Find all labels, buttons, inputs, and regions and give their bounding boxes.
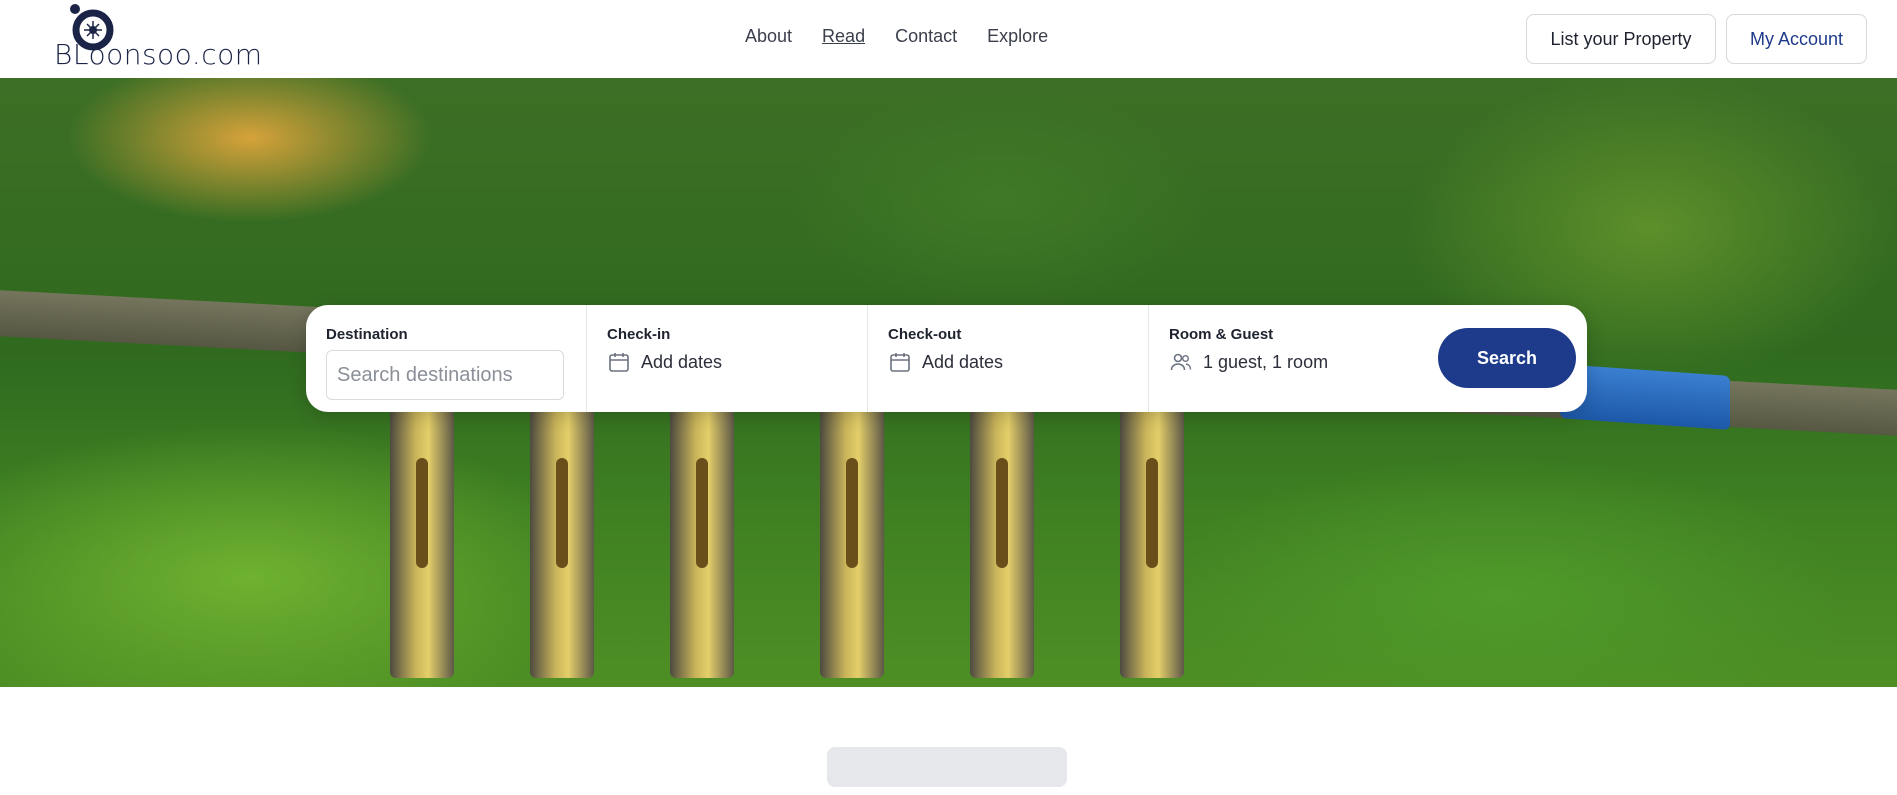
checkout-value[interactable]: Add dates bbox=[888, 350, 1003, 374]
brand-name: BLoonsoo.com bbox=[54, 38, 263, 71]
nav-read[interactable]: Read bbox=[822, 26, 865, 47]
hero-image-pillar bbox=[390, 408, 454, 678]
site-logo[interactable]: BLoonsoo.com bbox=[52, 2, 262, 74]
destination-input[interactable] bbox=[326, 350, 564, 400]
nav-explore[interactable]: Explore bbox=[987, 26, 1048, 47]
destination-field: Destination bbox=[306, 305, 586, 412]
guests-text: 1 guest, 1 room bbox=[1203, 351, 1329, 372]
guests-field[interactable]: Room & Guest 1 guest, 1 room bbox=[1149, 305, 1429, 412]
checkin-value[interactable]: Add dates bbox=[607, 350, 722, 374]
checkout-text: Add dates bbox=[922, 351, 1004, 372]
calendar-icon bbox=[609, 353, 629, 372]
checkin-label: Check-in bbox=[607, 326, 671, 343]
checkout-label: Check-out bbox=[888, 326, 962, 343]
search-bar: Destination Check-in Add dates Check-out bbox=[306, 305, 1587, 412]
users-icon bbox=[1170, 353, 1192, 371]
destination-label: Destination bbox=[326, 326, 408, 343]
my-account-button[interactable]: My Account bbox=[1726, 14, 1867, 64]
guests-label: Room & Guest bbox=[1169, 326, 1274, 343]
guests-value[interactable]: 1 guest, 1 room bbox=[1169, 350, 1328, 374]
main-nav: About Read Contact Explore bbox=[745, 26, 1048, 47]
site-header: BLoonsoo.com About Read Contact Explore … bbox=[0, 0, 1897, 78]
hero-image-pillar bbox=[970, 408, 1034, 678]
checkin-text: Add dates bbox=[641, 351, 723, 372]
loading-placeholder bbox=[827, 747, 1067, 787]
checkin-field[interactable]: Check-in Add dates bbox=[587, 305, 867, 412]
calendar-icon bbox=[890, 353, 910, 372]
search-button[interactable]: Search bbox=[1438, 328, 1576, 388]
nav-contact[interactable]: Contact bbox=[895, 26, 957, 47]
nav-about[interactable]: About bbox=[745, 26, 792, 47]
list-property-button[interactable]: List your Property bbox=[1526, 14, 1716, 64]
hero-image-pillar bbox=[530, 408, 594, 678]
checkout-field[interactable]: Check-out Add dates bbox=[868, 305, 1148, 412]
hero-image-pillar bbox=[820, 408, 884, 678]
hero-image-pillar bbox=[670, 408, 734, 678]
hero-image-pillar bbox=[1120, 408, 1184, 678]
